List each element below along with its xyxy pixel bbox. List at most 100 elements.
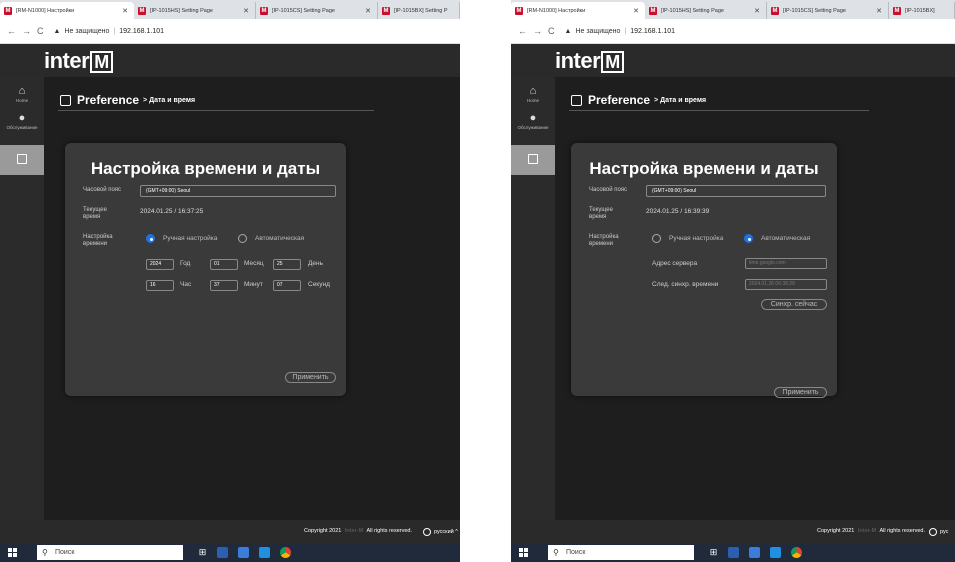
auto-radio[interactable]: Автоматическая xyxy=(238,234,304,243)
browser-tab[interactable]: M [IP-1015HS] Setting Page ✕ xyxy=(645,2,767,19)
back-icon[interactable]: ← xyxy=(518,26,527,36)
forward-icon[interactable]: → xyxy=(22,26,31,36)
close-icon[interactable]: ✕ xyxy=(623,7,639,15)
copyright-text: Copyright 2021 Inter-M All rights reserv… xyxy=(304,528,412,534)
apply-button[interactable]: Применить xyxy=(774,387,827,398)
browser-tabbar: M [RM-N1000] Настройки ✕ M [IP-1015HS] S… xyxy=(511,0,955,19)
close-icon[interactable]: ✕ xyxy=(112,7,128,15)
app-icon[interactable] xyxy=(728,547,739,558)
minute-input[interactable]: 37 xyxy=(210,280,238,291)
preference-icon xyxy=(571,94,582,106)
app-footer: Copyright 2021 Inter-M All rights reserv… xyxy=(511,520,955,543)
reload-icon[interactable]: C xyxy=(37,26,44,36)
url-field[interactable]: 192.168.1.101 xyxy=(119,28,164,35)
breadcrumb: > Дата и время xyxy=(143,96,196,104)
browser-tab[interactable]: M [IP-1015CS] Setting Page ✕ xyxy=(256,2,378,19)
interm-logo[interactable]: inter M xyxy=(555,48,624,74)
home-icon: ⌂ xyxy=(18,85,26,97)
interm-favicon-icon: M xyxy=(4,6,12,15)
chrome-icon[interactable] xyxy=(280,547,291,558)
interm-logo[interactable]: inter M xyxy=(44,48,113,74)
next-sync-label: След. синхр. времени xyxy=(652,281,719,288)
language-select[interactable]: русский ^ xyxy=(423,528,458,536)
browser-tab[interactable]: M [RM-N1000] Настройки ✕ xyxy=(511,2,645,19)
browser-tab[interactable]: M [RM-N1000] Настройки ✕ xyxy=(0,2,134,19)
chrome-icon[interactable] xyxy=(791,547,802,558)
screenshot-auto: M [RM-N1000] Настройки ✕ M [IP-1015HS] S… xyxy=(511,0,955,562)
auto-radio[interactable]: Автоматическая xyxy=(744,234,810,243)
windows-start-icon[interactable] xyxy=(8,548,17,557)
sidebar-item-maintenance[interactable]: ● Обслуживание xyxy=(0,112,44,130)
sidebar-item-preference[interactable] xyxy=(0,145,44,175)
timezone-select[interactable]: (GMT+09:00) Seoul xyxy=(140,185,336,197)
mail-icon[interactable] xyxy=(770,547,781,558)
app-icon[interactable] xyxy=(217,547,228,558)
security-warning[interactable]: Не защищено xyxy=(575,28,620,35)
mail-icon[interactable] xyxy=(259,547,270,558)
close-icon[interactable]: ✕ xyxy=(744,7,760,15)
card-title: Настройка времени и даты xyxy=(90,159,321,178)
timezone-select[interactable]: (GMT+09:00) Seoul xyxy=(646,185,826,197)
main-content: Preference > Дата и время Настройка врем… xyxy=(555,77,955,520)
radio-selected-icon xyxy=(744,234,753,243)
sidebar-item-preference[interactable] xyxy=(511,145,555,175)
month-input[interactable]: 01 xyxy=(210,259,238,270)
time-setting-label: Настройка времени xyxy=(589,234,619,247)
warning-icon: ▲ xyxy=(53,27,61,35)
sync-now-button[interactable]: Синхр. сейчас xyxy=(761,299,827,310)
forward-icon[interactable]: → xyxy=(533,26,542,36)
interm-favicon-icon: M xyxy=(138,6,146,15)
task-view-icon[interactable]: ⊞ xyxy=(708,547,719,558)
hour-label: Час xyxy=(180,281,192,288)
interm-favicon-icon: M xyxy=(893,6,901,15)
back-icon[interactable]: ← xyxy=(7,26,16,36)
month-label: Месяц xyxy=(244,260,264,267)
url-field[interactable]: 192.168.1.101 xyxy=(630,28,675,35)
hour-input[interactable]: 16 xyxy=(146,280,174,291)
browser-tab[interactable]: M [IP-1015CS] Setting Page ✕ xyxy=(767,2,889,19)
copyright-text: Copyright 2021 Inter-M All rights reserv… xyxy=(817,528,925,534)
server-address-input[interactable]: time.google.com xyxy=(745,258,827,269)
day-input[interactable]: 25 xyxy=(273,259,301,270)
calendar-icon[interactable] xyxy=(749,547,760,558)
apply-button[interactable]: Применить xyxy=(285,372,336,383)
language-select[interactable]: рус xyxy=(929,528,948,536)
browser-tab[interactable]: M [IP-1015BX] Setting P xyxy=(378,2,460,19)
close-icon[interactable]: ✕ xyxy=(866,7,882,15)
interm-favicon-icon: M xyxy=(515,6,523,15)
globe-icon xyxy=(423,528,431,536)
current-time-label: Текущее время xyxy=(589,207,613,220)
taskbar-search[interactable]: ⚲ Поиск xyxy=(548,545,694,560)
manual-radio[interactable]: Ручная настройка xyxy=(146,234,217,243)
calendar-icon[interactable] xyxy=(238,547,249,558)
windows-start-icon[interactable] xyxy=(519,548,528,557)
security-warning[interactable]: Не защищено xyxy=(64,28,109,35)
preference-icon xyxy=(60,94,71,106)
warning-icon: ▲ xyxy=(564,27,572,35)
sidebar-item-home[interactable]: ⌂ Home xyxy=(0,85,44,103)
browser-tab[interactable]: M [IP-1015BX] xyxy=(889,2,955,19)
reload-icon[interactable]: C xyxy=(548,26,555,36)
taskbar-search[interactable]: ⚲ Поиск xyxy=(37,545,183,560)
sidebar: ⌂ Home ● Обслуживание xyxy=(0,77,44,520)
address-bar: ← → C ▲ Не защищено | 192.168.1.101 xyxy=(511,19,955,44)
current-time-value: 2024.01.25 / 16:39:39 xyxy=(646,208,710,215)
browser-tab[interactable]: M [IP-1015HS] Setting Page ✕ xyxy=(134,2,256,19)
screenshot-manual: M [RM-N1000] Настройки ✕ M [IP-1015HS] S… xyxy=(0,0,460,562)
manual-radio[interactable]: Ручная настройка xyxy=(652,234,723,243)
sidebar-item-maintenance[interactable]: ● Обслуживание xyxy=(511,112,555,130)
close-icon[interactable]: ✕ xyxy=(355,7,371,15)
datetime-card: Настройка времени и даты Часовой пояс (G… xyxy=(65,143,346,396)
year-input[interactable]: 2024 xyxy=(146,259,174,270)
preference-icon xyxy=(528,154,538,164)
second-label: Секунд xyxy=(308,281,330,288)
task-view-icon[interactable]: ⊞ xyxy=(197,547,208,558)
next-sync-value: 2024.01.26 06:38:28 xyxy=(745,279,827,290)
app-window: inter M ⌂ Home ● Обслуживание Preference … xyxy=(511,44,955,530)
sidebar-item-home[interactable]: ⌂ Home xyxy=(511,85,555,103)
close-icon[interactable]: ✕ xyxy=(233,7,249,15)
page-title: Preference > Дата и время xyxy=(60,93,195,107)
second-input[interactable]: 07 xyxy=(273,280,301,291)
app-header: inter M xyxy=(511,44,955,77)
minute-label: Минут xyxy=(244,281,263,288)
